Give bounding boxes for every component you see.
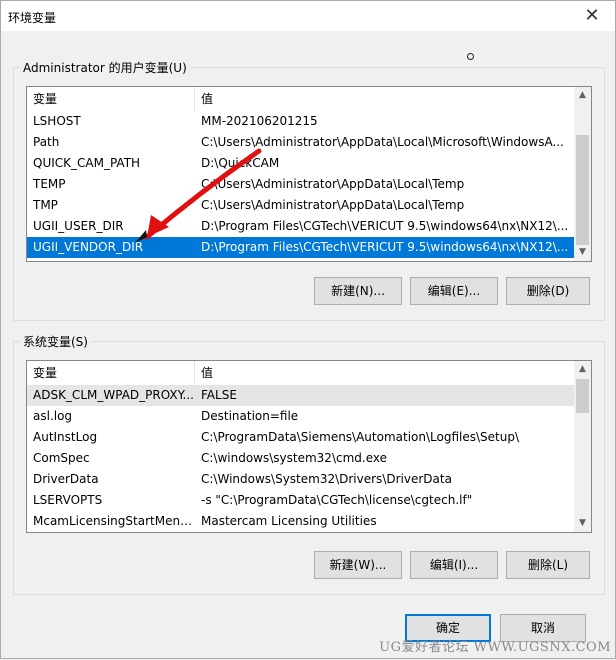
list-header: 变量 值 <box>27 361 575 385</box>
scroll-down-icon[interactable]: ▼ <box>574 515 591 532</box>
user-variables-label: Administrator 的用户变量(U) <box>23 61 187 75</box>
system-variables-label: 系统变量(S) <box>23 335 88 349</box>
variable-name-cell: DriverData <box>33 472 99 486</box>
variable-value-cell: -s "C:\ProgramData\CGTech\license\cgtech… <box>201 493 473 507</box>
scroll-thumb[interactable] <box>576 135 589 245</box>
window-title: 环境变量 <box>8 11 57 25</box>
user-variable-rows: LSHOST MM-202106201215 Path C:\Users\Admini… <box>27 111 575 258</box>
variable-name-cell: TEMP <box>33 177 66 191</box>
watermark: UG爱好者论坛 WWW.UGSNX.COM <box>379 640 611 655</box>
environment-variables-dialog: 环境变量 ✕ Administrator 的用户变量(U) 变量 值 LSHOS… <box>0 0 616 659</box>
variable-value-cell: D:\Program Files\CGTech\VERICUT 9.5\wind… <box>201 219 569 233</box>
column-header-value[interactable]: 值 <box>195 361 575 385</box>
table-row[interactable]: LSHOST MM-202106201215 <box>27 111 575 132</box>
variable-value-cell: Destination=file <box>201 409 299 423</box>
user-delete-button[interactable]: 删除(D) <box>506 277 590 305</box>
user-new-button[interactable]: 新建(N)... <box>314 277 402 305</box>
table-row[interactable]: ADSK_CLM_WPAD_PROXY... FALSE <box>27 385 575 406</box>
variable-name-cell: McamLicensingStartMenu... <box>33 514 195 528</box>
title-bar[interactable]: 环境变量 ✕ <box>1 1 615 31</box>
variable-value-cell: D:\Program Files\CGTech\VERICUT 9.5\wind… <box>201 240 569 254</box>
variable-value-cell: C:\Users\Administrator\AppData\Local\Mic… <box>201 135 564 149</box>
table-row[interactable]: ComSpec C:\windows\system32\cmd.exe <box>27 448 575 469</box>
system-delete-button[interactable]: 删除(L) <box>506 551 590 579</box>
table-row[interactable]: UGII_USER_DIR D:\Program Files\CGTech\VER… <box>27 216 575 237</box>
variable-value-cell: MM-202106201215 <box>201 114 318 128</box>
variable-name-cell: UGII_USER_DIR <box>33 219 124 233</box>
close-icon[interactable]: ✕ <box>569 1 615 31</box>
variable-value-cell: C:\ProgramData\Siemens\Automation\Logfil… <box>201 430 520 444</box>
variable-name-cell: AutInstLog <box>33 430 98 444</box>
table-row[interactable]: McamLicensingStartMenu... Mastercam Licen… <box>27 511 575 532</box>
system-variables-list[interactable]: 变量 值 ADSK_CLM_WPAD_PROXY... FALSE asl.log D… <box>26 360 592 533</box>
system-new-button[interactable]: 新建(W)... <box>314 551 402 579</box>
table-row[interactable]: LSERVOPTS -s "C:\ProgramData\CGTech\licen… <box>27 490 575 511</box>
variable-name-cell: TMP <box>33 198 58 212</box>
list-header: 变量 值 <box>27 87 575 111</box>
scroll-down-icon[interactable]: ▼ <box>574 244 591 261</box>
variable-value-cell: D:\QuickCAM <box>201 156 280 170</box>
variable-value-cell: Mastercam Licensing Utilities <box>201 514 377 528</box>
column-header-name[interactable]: 变量 <box>27 87 195 111</box>
system-edit-button[interactable]: 编辑(I)... <box>410 551 498 579</box>
variable-name-cell: asl.log <box>33 409 73 423</box>
column-header-name[interactable]: 变量 <box>27 361 195 385</box>
user-edit-button[interactable]: 编辑(E)... <box>410 277 498 305</box>
scroll-thumb[interactable] <box>576 379 589 413</box>
table-row[interactable]: TMP C:\Users\Administrator\AppData\Local\… <box>27 195 575 216</box>
user-variables-list[interactable]: 变量 值 LSHOST MM-202106201215 Path C:\Users\A… <box>26 86 592 262</box>
variable-name-cell: QUICK_CAM_PATH <box>33 156 141 170</box>
system-variable-rows: ADSK_CLM_WPAD_PROXY... FALSE asl.log Destin… <box>27 385 575 532</box>
table-row[interactable]: DriverData C:\Windows\System32\Drivers\Dr… <box>27 469 575 490</box>
system-list-scrollbar[interactable]: ▲ ▼ <box>574 361 591 532</box>
variable-value-cell: FALSE <box>201 388 237 402</box>
variable-value-cell: C:\windows\system32\cmd.exe <box>201 451 387 465</box>
variable-value-cell: C:\Users\Administrator\AppData\Local\Tem… <box>201 198 465 212</box>
table-row[interactable]: QUICK_CAM_PATH D:\QuickCAM <box>27 153 575 174</box>
table-row[interactable]: Path C:\Users\Administrator\AppData\Local… <box>27 132 575 153</box>
variable-name-cell: UGII_VENDOR_DIR <box>33 240 144 254</box>
variable-value-cell: C:\Users\Administrator\AppData\Local\Tem… <box>201 177 465 191</box>
scroll-up-icon[interactable]: ▲ <box>574 361 591 378</box>
user-list-scrollbar[interactable]: ▲ ▼ <box>574 87 591 261</box>
variable-name-cell: LSHOST <box>33 114 81 128</box>
variable-name-cell: ComSpec <box>33 451 90 465</box>
table-row[interactable]: UGII_VENDOR_DIR D:\Program Files\CGTech\V… <box>27 237 575 258</box>
variable-name-cell: LSERVOPTS <box>33 493 103 507</box>
column-header-value[interactable]: 值 <box>195 87 575 111</box>
table-row[interactable]: TEMP C:\Users\Administrator\AppData\Local… <box>27 174 575 195</box>
variable-name-cell: ADSK_CLM_WPAD_PROXY... <box>33 388 194 402</box>
table-row[interactable]: AutInstLog C:\ProgramData\Siemens\Automat… <box>27 427 575 448</box>
variable-name-cell: Path <box>33 135 60 149</box>
scroll-up-icon[interactable]: ▲ <box>574 87 591 104</box>
variable-value-cell: C:\Windows\System32\Drivers\DriverData <box>201 472 452 486</box>
table-row[interactable]: asl.log Destination=file <box>27 406 575 427</box>
